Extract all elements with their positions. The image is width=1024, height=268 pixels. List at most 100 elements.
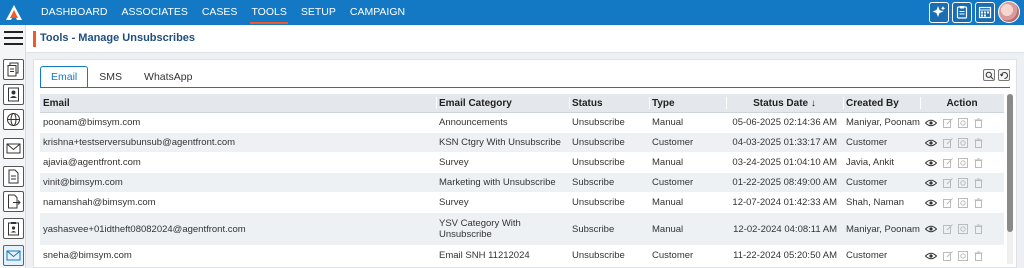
sidebar bbox=[0, 25, 26, 268]
cell-created-by: Maniyar, Poonam bbox=[846, 223, 920, 235]
column-header-email[interactable]: Email bbox=[40, 94, 436, 112]
hamburger-menu-icon[interactable] bbox=[4, 31, 23, 49]
cell-type: Customer bbox=[652, 250, 694, 261]
user-avatar[interactable] bbox=[998, 1, 1020, 23]
cell-status-date: 01-22-2025 08:49:00 AM bbox=[732, 177, 837, 188]
cell-created-by: Customer bbox=[846, 250, 888, 261]
tab-sms[interactable]: SMS bbox=[88, 66, 133, 88]
top-actions bbox=[929, 1, 1020, 23]
cell-email-category: Marketing with Unsubscribe bbox=[439, 177, 556, 188]
settings-icon[interactable] bbox=[958, 224, 968, 234]
cell-status-date: 12-02-2024 04:08:11 AM bbox=[733, 223, 837, 235]
cell-type: Customer bbox=[652, 177, 694, 188]
contact-card-icon[interactable] bbox=[3, 84, 24, 105]
cell-email: namanshah@bimsym.com bbox=[43, 197, 156, 208]
title-accent-bar bbox=[33, 31, 36, 47]
cell-email: sneha@bimsym.com bbox=[43, 250, 132, 261]
sparkle-icon[interactable] bbox=[929, 1, 949, 23]
clipboard-icon[interactable] bbox=[952, 1, 972, 23]
table-row[interactable]: yashasvee+01idtheft08082024@agentfront.c… bbox=[40, 213, 1004, 246]
delete-icon[interactable] bbox=[973, 197, 983, 208]
nav-campaign[interactable]: CAMPAIGN bbox=[343, 0, 412, 25]
document-edit-icon[interactable] bbox=[3, 166, 24, 187]
cell-status: Unsubscribe bbox=[572, 137, 625, 148]
nav-dashboard[interactable]: DASHBOARD bbox=[34, 0, 115, 25]
tab-whatsapp[interactable]: WhatsApp bbox=[133, 66, 203, 88]
scrollbar-thumb[interactable] bbox=[1007, 94, 1013, 232]
zoom-search-icon[interactable] bbox=[983, 69, 995, 81]
delete-icon[interactable] bbox=[973, 117, 983, 128]
edit-icon[interactable] bbox=[943, 197, 953, 208]
settings-icon[interactable] bbox=[958, 117, 968, 128]
nav-tools[interactable]: TOOLS bbox=[244, 0, 293, 25]
nav-setup[interactable]: SETUP bbox=[294, 0, 343, 25]
settings-icon[interactable] bbox=[958, 250, 968, 261]
column-header-email-category[interactable]: Email Category bbox=[436, 94, 569, 112]
delete-icon[interactable] bbox=[973, 224, 983, 234]
delete-icon[interactable] bbox=[973, 177, 983, 188]
cell-status-date: 12-07-2024 01:42:33 AM bbox=[732, 197, 837, 208]
view-icon[interactable] bbox=[924, 138, 938, 148]
cell-status-date: 04-03-2025 01:33:17 AM bbox=[732, 137, 837, 148]
document-export-icon[interactable] bbox=[3, 191, 24, 212]
clipboard-user-icon[interactable] bbox=[3, 218, 24, 239]
settings-icon[interactable] bbox=[958, 137, 968, 148]
globe-icon[interactable] bbox=[3, 109, 24, 130]
table-row[interactable]: krishna+testserversubunsub@agentfront.co… bbox=[40, 133, 1004, 153]
edit-icon[interactable] bbox=[943, 117, 953, 128]
cell-status: Unsubscribe bbox=[572, 250, 625, 261]
delete-icon[interactable] bbox=[973, 137, 983, 148]
row-actions bbox=[920, 153, 1004, 172]
view-icon[interactable] bbox=[924, 158, 938, 168]
tab-email[interactable]: Email bbox=[40, 66, 89, 88]
table-row[interactable]: ajavia@agentfront.com Survey Unsubscribe Ma… bbox=[40, 153, 1004, 173]
view-icon[interactable] bbox=[924, 118, 938, 128]
documents-icon[interactable] bbox=[3, 59, 24, 80]
cell-created-by: Customer bbox=[846, 137, 888, 148]
vertical-scrollbar[interactable] bbox=[1007, 94, 1013, 264]
email-active-icon[interactable] bbox=[3, 245, 24, 266]
edit-icon[interactable] bbox=[943, 177, 953, 188]
column-header-action: Action bbox=[920, 94, 1004, 112]
row-actions bbox=[920, 113, 1004, 132]
row-actions bbox=[920, 213, 1004, 245]
table-row[interactable]: sneha@bimsym.com Email SNH 11212024 Unsubs… bbox=[40, 246, 1004, 266]
calendar-grid-icon[interactable] bbox=[975, 1, 995, 23]
cell-email-category: Email SNH 11212024 bbox=[439, 250, 530, 261]
app-logo[interactable] bbox=[0, 0, 28, 25]
column-header-status[interactable]: Status bbox=[569, 94, 649, 112]
cell-type: Manual bbox=[652, 197, 684, 208]
cell-created-by: Javia, Ankit bbox=[846, 157, 895, 168]
settings-icon[interactable] bbox=[958, 177, 968, 188]
view-icon[interactable] bbox=[924, 224, 938, 234]
nav-cases[interactable]: CASES bbox=[195, 0, 245, 25]
cell-status-date: 11-22-2024 05:20:50 AM bbox=[733, 250, 837, 261]
settings-icon[interactable] bbox=[958, 197, 968, 208]
cell-status: Unsubscribe bbox=[572, 157, 625, 168]
email-icon[interactable] bbox=[3, 138, 24, 159]
cell-created-by: Shah, Naman bbox=[846, 197, 905, 208]
delete-icon[interactable] bbox=[973, 250, 983, 261]
edit-icon[interactable] bbox=[943, 224, 953, 234]
channel-tabs: Email SMS WhatsApp bbox=[40, 66, 203, 88]
cell-email-category: Survey bbox=[439, 197, 469, 208]
column-header-status-date[interactable]: Status Date ↓ bbox=[726, 94, 843, 112]
edit-icon[interactable] bbox=[943, 137, 953, 148]
view-icon[interactable] bbox=[924, 251, 938, 261]
delete-icon[interactable] bbox=[973, 157, 983, 168]
refresh-filter-icon[interactable] bbox=[998, 69, 1010, 81]
table-row[interactable]: poonam@bimsym.com Announcements Unsubscrib… bbox=[40, 113, 1004, 133]
view-icon[interactable] bbox=[924, 178, 938, 188]
column-header-type[interactable]: Type bbox=[649, 94, 726, 112]
settings-icon[interactable] bbox=[958, 157, 968, 168]
view-icon[interactable] bbox=[924, 198, 938, 208]
column-header-created-by[interactable]: Created By bbox=[843, 94, 920, 112]
edit-icon[interactable] bbox=[943, 157, 953, 168]
nav-associates[interactable]: ASSOCIATES bbox=[115, 0, 195, 25]
top-navigation-bar: DASHBOARD ASSOCIATES CASES TOOLS SETUP C… bbox=[0, 0, 1024, 25]
panel-tools bbox=[983, 69, 1010, 81]
table-row[interactable]: namanshah@bimsym.com Survey Unsubscribe Man… bbox=[40, 193, 1004, 213]
cell-email-category: Survey bbox=[439, 157, 469, 168]
table-row[interactable]: vinit@bimsym.com Marketing with Unsubscri… bbox=[40, 173, 1004, 193]
edit-icon[interactable] bbox=[943, 250, 953, 261]
